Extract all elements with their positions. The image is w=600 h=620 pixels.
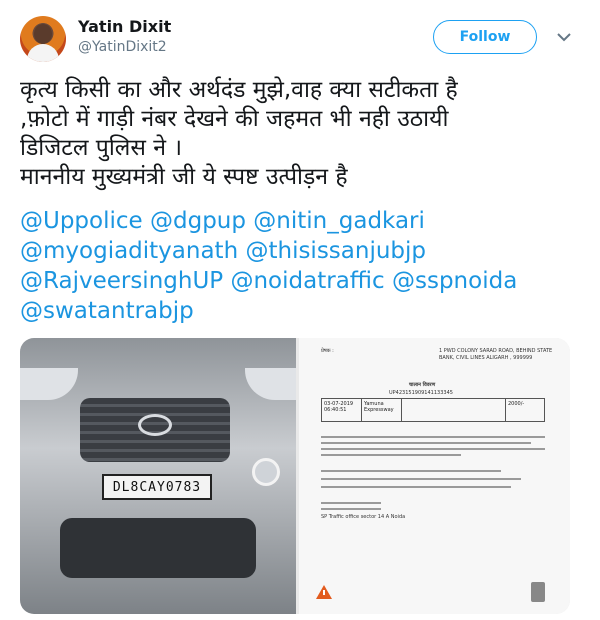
doc-header-right: 1 PWD COLONY SARAD ROAD, BEHIND STATE BA… <box>439 348 553 361</box>
mention-link[interactable]: @myogiadityanath <box>20 238 238 264</box>
car-photo[interactable]: DL8CAY0783 <box>20 338 296 614</box>
tweet-text: कृत्य किसी का और अर्थदंड मुझे,वाह क्या स… <box>20 76 580 192</box>
doc-text-line <box>321 478 521 480</box>
doc-table: 03-07-2019 06:40:51 Yamuna Expressway 20… <box>321 398 545 422</box>
doc-footer: SP Traffic office sector 14 A Noida <box>321 514 406 520</box>
warning-icon <box>316 585 332 599</box>
doc-text-line <box>321 508 381 510</box>
car-bumper <box>60 518 256 578</box>
mention-link[interactable]: @dgpup <box>150 208 246 234</box>
doc-challan-id: UP423151909141133345 <box>389 390 453 396</box>
mention-link[interactable]: @noidatraffic <box>230 268 384 294</box>
challan-document[interactable]: प्रेषक : 1 PWD COLONY SARAD ROAD, BEHIND… <box>299 338 570 614</box>
headlight-right <box>245 368 296 400</box>
doc-header-left: प्रेषक : <box>321 348 334 354</box>
headlight-left <box>20 368 78 400</box>
car-logo <box>138 414 172 436</box>
mention-link[interactable]: @swatantrabjp <box>20 298 194 324</box>
avatar[interactable] <box>20 16 66 62</box>
mention-link[interactable]: @Uppolice <box>20 208 143 234</box>
doc-text-line <box>321 454 461 456</box>
author-name[interactable]: Yatin Dixit <box>78 17 171 36</box>
mention-link[interactable]: @sspnoida <box>392 268 517 294</box>
tweet-media[interactable]: DL8CAY0783 प्रेषक : 1 PWD COLONY SARAD R… <box>20 338 570 614</box>
doc-text-line <box>321 436 545 438</box>
tweet-mentions: @Uppolice @dgpup @nitin_gadkari @myogiad… <box>20 206 580 326</box>
mention-link[interactable]: @thisissanjubjp <box>245 238 426 264</box>
author-handle[interactable]: @YatinDixit2 <box>78 39 167 55</box>
doc-date: 03-07-2019 06:40:51 <box>322 399 362 421</box>
doc-text-line <box>321 442 531 444</box>
mention-link[interactable]: @RajveersinghUP <box>20 268 223 294</box>
national-emblem-icon <box>531 582 545 602</box>
fog-lamp <box>252 458 280 486</box>
doc-spacer <box>402 399 506 421</box>
doc-text-line <box>321 502 381 504</box>
mention-link[interactable]: @nitin_gadkari <box>253 208 425 234</box>
tweet-header: Yatin Dixit @YatinDixit2 Follow <box>20 14 580 64</box>
tweet-line: कृत्य किसी का और अर्थदंड मुझे,वाह क्या स… <box>20 77 458 103</box>
doc-text-line <box>321 470 501 472</box>
avatar-face <box>34 24 52 44</box>
chevron-down-icon[interactable] <box>556 30 572 44</box>
doc-place: Yamuna Expressway <box>362 399 402 421</box>
doc-text-line <box>321 486 511 488</box>
follow-button[interactable]: Follow <box>433 20 537 54</box>
doc-text-line <box>321 448 545 450</box>
doc-amount: 2000/- <box>508 401 525 407</box>
avatar-body <box>27 44 59 62</box>
tweet-line: माननीय मुख्यमंत्री जी ये स्पष्ट उत्पीड़न… <box>20 164 348 190</box>
doc-title: चालान विवरण <box>409 382 436 388</box>
tweet-line: ,फ़ोटो में गाड़ी नंबर देखने की जहमत भी न… <box>20 106 449 132</box>
tweet-line: डिजिटल पुलिस ने । <box>20 135 183 161</box>
license-plate: DL8CAY0783 <box>102 474 212 500</box>
